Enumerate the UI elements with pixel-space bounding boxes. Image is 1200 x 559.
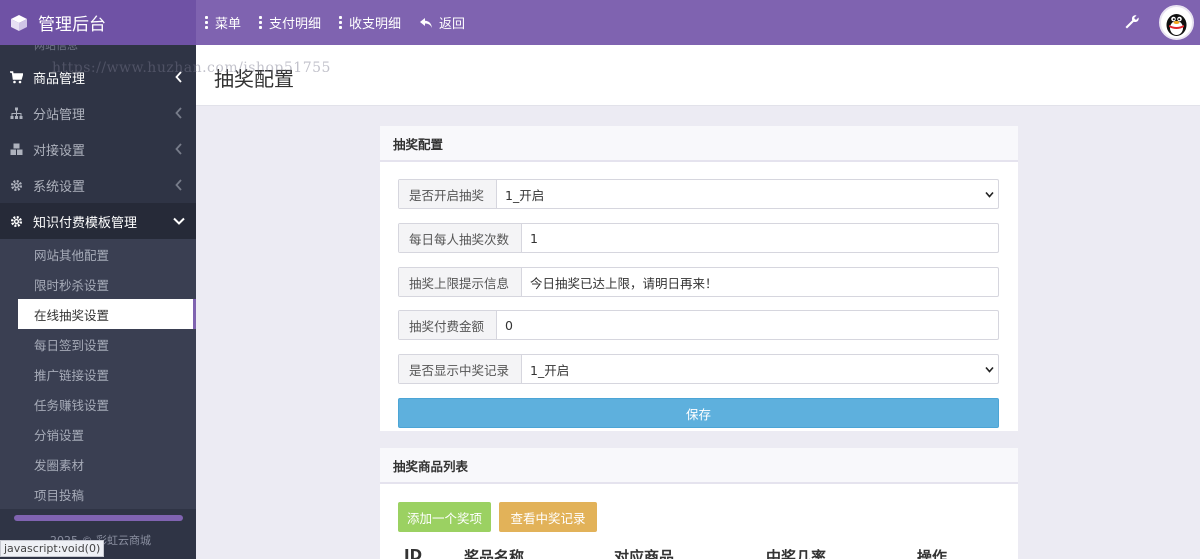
chevron-down-icon <box>173 217 185 225</box>
sidebar-item-docking[interactable]: 对接设置 <box>0 131 196 167</box>
sidebar-item-system[interactable]: 系统设置 <box>0 167 196 203</box>
brand[interactable]: 管理后台 <box>0 0 196 45</box>
column-header-probability: 中奖几率 <box>766 548 827 559</box>
lottery-config-card: 抽奖配置 是否开启抽奖 1_开启 每日每人抽奖次数 1 抽奖上限提示信息 今日抽… <box>380 126 1018 431</box>
cart-icon <box>10 70 23 83</box>
chevron-down-icon <box>985 191 994 198</box>
enable-lottery-select[interactable]: 1_开启 <box>497 180 998 208</box>
submenu-item-lottery[interactable]: 在线抽奖设置 <box>18 299 196 329</box>
sitemap-icon <box>10 107 23 119</box>
field-label: 抽奖上限提示信息 <box>399 268 522 296</box>
column-header-id: ID <box>404 546 423 559</box>
field-enable-lottery: 是否开启抽奖 1_开启 <box>398 179 999 209</box>
nav-menu[interactable]: 菜单 <box>205 13 241 32</box>
nav-back[interactable]: 返回 <box>419 13 465 32</box>
column-header-product: 对应商品 <box>614 548 675 559</box>
submenu-item-promo-links[interactable]: 推广链接设置 <box>18 359 196 389</box>
submenu-item-other-config[interactable]: 网站其他配置 <box>18 239 196 269</box>
card-title: 抽奖配置 <box>380 126 1018 162</box>
sidebar-item-label: 对接设置 <box>33 143 86 159</box>
sidebar-item-label: 分站管理 <box>33 107 86 123</box>
page-title: 抽奖配置 <box>214 67 294 91</box>
penguin-avatar-icon <box>1166 14 1187 36</box>
sidebar-item-label: 商品管理 <box>33 71 86 87</box>
avatar[interactable] <box>1159 5 1194 40</box>
submenu-item-flash-sale[interactable]: 限时秒杀设置 <box>18 269 196 299</box>
cube-icon <box>11 14 27 31</box>
cubes-icon <box>10 143 23 155</box>
chevron-left-icon <box>175 179 182 191</box>
sidebar-item-partial[interactable]: 网站信息 <box>0 45 196 59</box>
submenu-item-moments[interactable]: 发圈素材 <box>18 449 196 479</box>
nav-back-label: 返回 <box>439 17 466 32</box>
chevron-left-icon <box>175 143 182 155</box>
field-label: 是否显示中奖记录 <box>399 355 522 383</box>
brand-title: 管理后台 <box>38 15 106 35</box>
submenu-item-tasks[interactable]: 任务赚钱设置 <box>18 389 196 419</box>
submenu-list: 网站其他配置 限时秒杀设置 在线抽奖设置 每日签到设置 推广链接设置 任务赚钱设… <box>18 239 196 509</box>
sidebar-item-products[interactable]: 商品管理 <box>0 59 196 95</box>
menu-icon <box>339 16 343 29</box>
daily-draws-input[interactable]: 1 <box>522 224 998 252</box>
prize-list-card: 抽奖商品列表 添加一个奖项 查看中奖记录 ID 奖品名称 对应商品 中奖几率 操… <box>380 448 1018 559</box>
sidebar-item-label: 知识付费模板管理 <box>33 215 138 231</box>
select-value: 1_开启 <box>530 362 570 378</box>
menu-icon <box>205 16 209 29</box>
sidebar: 网站信息 商品管理 分站管理 对接设置 系统设置 知识付费模板管理 网站其他配置… <box>0 45 196 559</box>
submenu-item-checkin[interactable]: 每日签到设置 <box>18 329 196 359</box>
column-header-actions: 操作 <box>917 548 948 559</box>
wrench-icon[interactable] <box>1124 14 1140 30</box>
chevron-left-icon <box>175 107 182 119</box>
sidebar-item-knowledge-templates[interactable]: 知识付费模板管理 <box>0 203 196 239</box>
field-label: 是否开启抽奖 <box>399 180 497 208</box>
nav-income-details-label: 收支明细 <box>349 17 402 32</box>
field-limit-message: 抽奖上限提示信息 今日抽奖已达上限，请明日再来！ <box>398 267 999 297</box>
gear-icon <box>10 179 23 191</box>
draw-fee-input[interactable]: 0 <box>497 311 998 339</box>
chevron-left-icon <box>175 71 182 83</box>
view-winners-button[interactable]: 查看中奖记录 <box>499 502 597 532</box>
card-title: 抽奖商品列表 <box>380 448 1018 484</box>
reply-icon <box>420 17 433 28</box>
page-header: 抽奖配置 <box>196 45 1200 106</box>
sidebar-item-substations[interactable]: 分站管理 <box>0 95 196 131</box>
column-header-prize-name: 奖品名称 <box>464 548 525 559</box>
limit-message-input[interactable]: 今日抽奖已达上限，请明日再来！ <box>522 268 998 296</box>
submenu: 网站其他配置 限时秒杀设置 在线抽奖设置 每日签到设置 推广链接设置 任务赚钱设… <box>0 239 196 509</box>
field-daily-draws: 每日每人抽奖次数 1 <box>398 223 999 253</box>
field-label: 每日每人抽奖次数 <box>399 224 522 252</box>
submenu-item-submissions[interactable]: 项目投稿 <box>18 479 196 509</box>
browser-status-bar: javascript:void(0) <box>0 540 105 557</box>
top-nav: 菜单 支付明细 收支明细 返回 <box>205 0 465 45</box>
show-winners-select[interactable]: 1_开启 <box>522 355 998 383</box>
field-draw-fee: 抽奖付费金额 0 <box>398 310 999 340</box>
field-show-winners: 是否显示中奖记录 1_开启 <box>398 354 999 384</box>
submenu-item-distribution[interactable]: 分销设置 <box>18 419 196 449</box>
top-bar: 管理后台 菜单 支付明细 收支明细 返回 <box>0 0 1200 45</box>
select-value: 1_开启 <box>505 187 545 203</box>
nav-menu-label: 菜单 <box>215 17 242 32</box>
nav-payment-details-label: 支付明细 <box>269 17 322 32</box>
menu-icon <box>259 16 263 29</box>
field-label: 抽奖付费金额 <box>399 311 497 339</box>
sidebar-scrollbar[interactable] <box>14 515 183 521</box>
nav-income-details[interactable]: 收支明细 <box>339 13 401 32</box>
save-button[interactable]: 保存 <box>398 398 999 428</box>
nav-payment-details[interactable]: 支付明细 <box>259 13 321 32</box>
sidebar-item-label: 系统设置 <box>33 179 86 195</box>
add-prize-button[interactable]: 添加一个奖项 <box>398 502 491 532</box>
gear-icon <box>10 215 23 227</box>
chevron-down-icon <box>985 366 994 373</box>
